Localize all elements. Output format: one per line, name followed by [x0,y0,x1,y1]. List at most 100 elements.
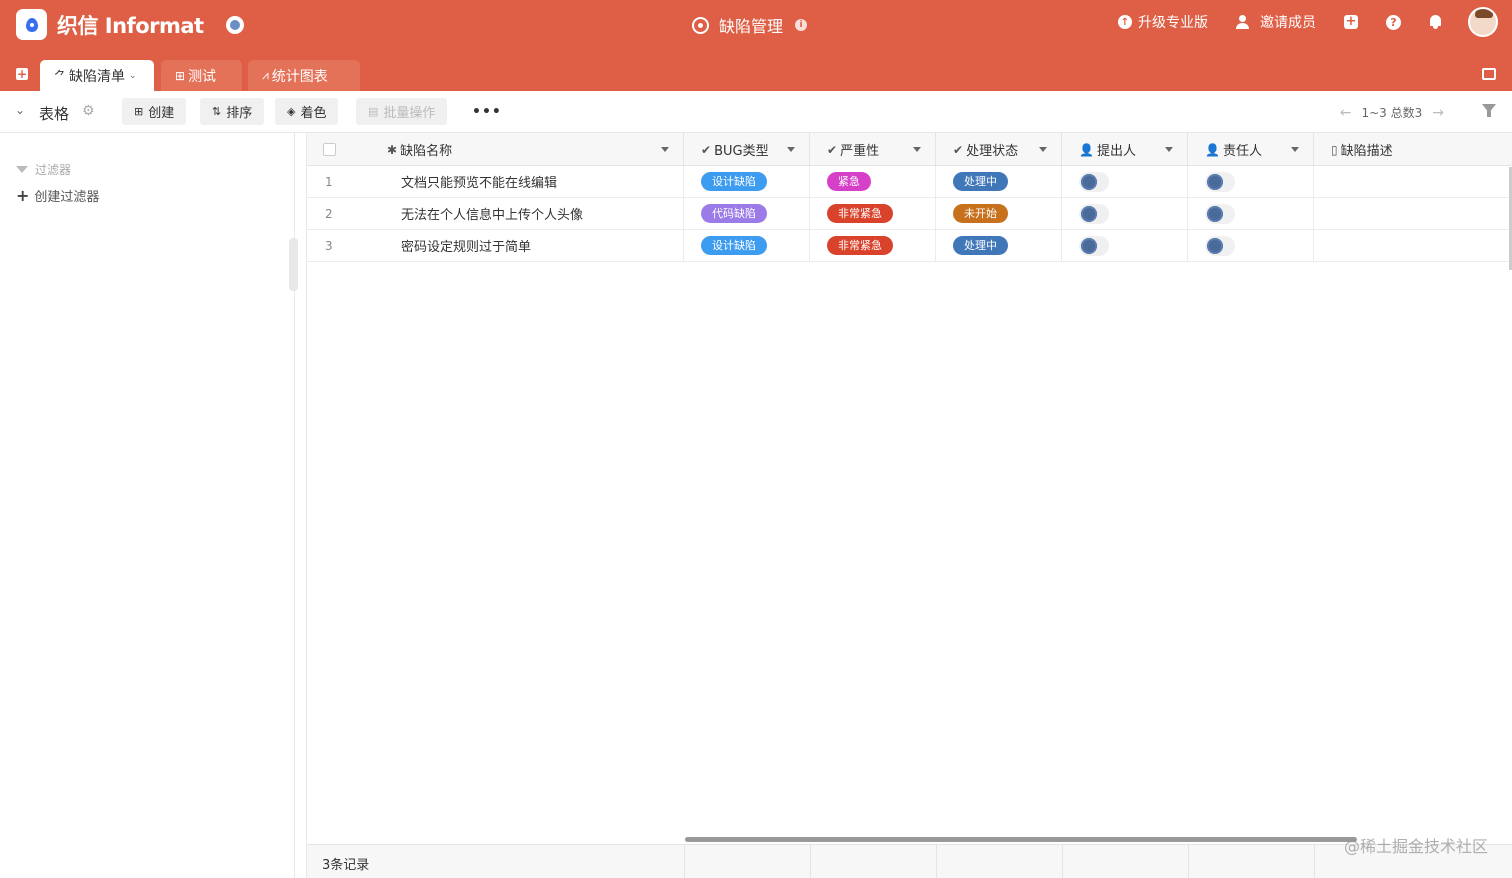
batch-label: 批量操作 [383,106,436,121]
dropdown-icon[interactable] [1165,147,1173,152]
sort-button[interactable]: ⇅ 排序 [200,98,265,125]
arrow-left-icon[interactable]: ← [1340,105,1352,121]
dropdown-icon[interactable] [661,147,669,152]
status-tag: 处理中 [953,172,1008,191]
help-button[interactable]: ? [1386,14,1401,30]
brand-name: 织信 Informat [57,13,204,38]
avatar [1205,171,1235,192]
create-filter-button[interactable]: + 创建过滤器 [16,186,99,205]
app-title[interactable]: 缺陷管理 i [692,13,808,37]
tab-defect-list[interactable]: ⺈ 缺陷清单 ⌄ [40,60,154,91]
table-row[interactable]: 2 无法在个人信息中上传个人头像 代码缺陷 非常紧急 未开始 [307,198,1512,230]
severity-cell[interactable]: 非常紧急 [810,230,936,261]
new-button[interactable]: + [1344,15,1358,29]
gear-icon[interactable]: ⚙ [82,103,95,119]
invite-button[interactable]: 邀请成员 [1236,12,1316,32]
help-icon: ? [1386,14,1401,30]
column-label: 缺陷名称 [400,144,453,159]
bug-type-tag: 代码缺陷 [701,204,767,223]
status-cell[interactable]: 处理中 [936,166,1062,197]
chevron-down-icon[interactable]: ⌄ [15,103,25,117]
add-tab-icon[interactable]: + [16,68,28,80]
assignee-cell[interactable] [1188,166,1314,197]
check-circle-icon: ✔ [953,142,964,157]
dropdown-icon[interactable] [787,147,795,152]
app-icon [692,16,709,34]
sidebar-collapse-handle[interactable] [289,238,298,291]
upgrade-button[interactable]: ↑ 升级专业版 [1118,12,1208,32]
dropdown-icon[interactable] [1039,147,1047,152]
tab-test[interactable]: ⊞ 测试 [161,60,242,91]
header-reporter[interactable]: 👤 提出人 [1062,133,1188,166]
horizontal-scrollbar[interactable] [685,837,1357,842]
table-icon: ⊞ [175,68,186,83]
brand[interactable]: 织信 Informat [16,9,244,40]
header-description[interactable]: ▯ 缺陷描述 [1314,133,1512,166]
user-avatar[interactable] [1468,7,1498,37]
defect-name[interactable]: 无法在个人信息中上传个人头像 [401,198,684,229]
team-avatar-icon[interactable] [225,15,244,34]
list-icon: ▤ [368,105,379,118]
severity-cell[interactable]: 非常紧急 [810,198,936,229]
header-severity[interactable]: ✔ 严重性 [810,133,936,166]
filter-sidebar: 过滤器 + 创建过滤器 [0,133,295,878]
table-row[interactable]: 3 密码设定规则过于简单 设计缺陷 非常紧急 处理中 [307,230,1512,262]
dropdown-icon[interactable] [1291,147,1299,152]
severity-tag: 非常紧急 [827,204,893,223]
dropdown-icon[interactable] [913,147,921,152]
chevron-down-icon[interactable]: ⌄ [129,71,137,81]
header-assignee[interactable]: 👤 责任人 [1188,133,1314,166]
notifications-button[interactable] [1429,15,1442,29]
tab-label: 测试 [188,68,217,85]
select-all-checkbox[interactable] [323,143,336,156]
reporter-cell[interactable] [1062,230,1188,261]
create-label: 创建 [148,106,175,121]
bug-type-cell[interactable]: 设计缺陷 [684,230,810,261]
column-label: 缺陷描述 [1340,144,1393,159]
watermark: @稀土掘金技术社区 [1343,837,1488,856]
avatar [1079,171,1109,192]
view-name[interactable]: 表格 [39,103,69,124]
status-cell[interactable]: 处理中 [936,230,1062,261]
create-button[interactable]: ⊞ 创建 [122,98,187,125]
status-cell[interactable]: 未开始 [936,198,1062,229]
bug-type-cell[interactable]: 代码缺陷 [684,198,810,229]
toolbar: ⌄ 表格 ⚙ ⊞ 创建 ⇅ 排序 ◈ 着色 ▤ 批量操作 ••• ← 1~3 总… [0,91,1512,133]
table-row[interactable]: 1 文档只能预览不能在线编辑 设计缺陷 紧急 处理中 [307,166,1512,198]
windows-icon[interactable] [1482,68,1496,80]
severity-cell[interactable]: 紧急 [810,166,936,197]
user-icon: 👤 [1205,142,1220,157]
record-count: 3条记录 [322,858,370,873]
bug-type-tag: 设计缺陷 [701,172,767,191]
assignee-cell[interactable] [1188,230,1314,261]
color-button[interactable]: ◈ 着色 [275,98,339,125]
bug-type-cell[interactable]: 设计缺陷 [684,166,810,197]
info-icon[interactable]: i [795,19,808,31]
description-cell[interactable] [1314,230,1512,261]
asterisk-icon: ✱ [387,142,398,157]
reporter-cell[interactable] [1062,198,1188,229]
figure-icon: ⺈ [54,69,67,83]
description-cell[interactable] [1314,166,1512,197]
filter-icon[interactable] [1482,104,1496,117]
more-button[interactable]: ••• [472,104,502,120]
assignee-cell[interactable] [1188,198,1314,229]
column-label: 责任人 [1222,144,1262,159]
arrow-right-icon[interactable]: → [1432,105,1444,121]
header-name-column[interactable]: ✱ 缺陷名称 [307,133,684,166]
description-cell[interactable] [1314,198,1512,229]
defect-name[interactable]: 文档只能预览不能在线编辑 [401,166,684,197]
reporter-cell[interactable] [1062,166,1188,197]
row-number: 3 [325,238,333,253]
defect-name[interactable]: 密码设定规则过于简单 [401,230,684,261]
sort-label: 排序 [226,106,253,121]
app-title-text: 缺陷管理 [719,17,784,36]
check-circle-icon: ✔ [827,142,838,157]
doc-icon: ▯ [1331,142,1338,157]
footer-divider [1062,845,1063,878]
filter-heading: 过滤器 [16,161,71,178]
batch-button[interactable]: ▤ 批量操作 [356,98,448,125]
tab-charts[interactable]: ⩘ 统计图表 [248,60,360,91]
header-bug-type[interactable]: ✔ BUG类型 [684,133,810,166]
header-status[interactable]: ✔ 处理状态 [936,133,1062,166]
